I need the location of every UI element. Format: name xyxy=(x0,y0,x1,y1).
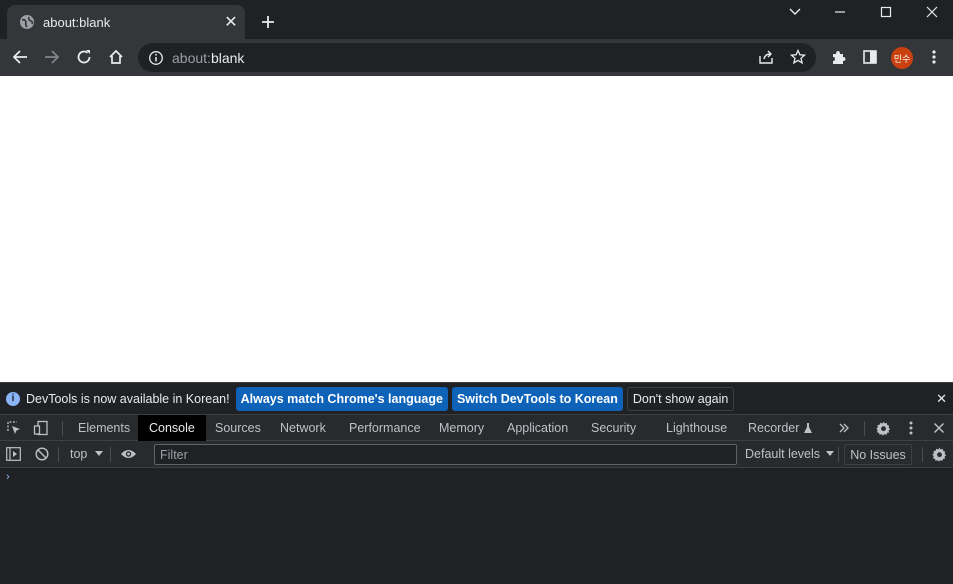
log-levels-dropdown[interactable]: Default levels xyxy=(745,441,835,467)
bookmark-star-icon[interactable] xyxy=(786,45,810,69)
dropdown-caret-icon xyxy=(95,451,104,456)
toolbar-divider xyxy=(110,447,111,462)
settings-gear-icon[interactable] xyxy=(876,415,891,441)
toolbar-divider xyxy=(922,447,923,462)
devtools-tab-bar: Elements Console Sources Network Perform… xyxy=(0,414,953,441)
tab-search-icon[interactable] xyxy=(772,0,818,24)
kebab-menu-icon[interactable] xyxy=(922,45,946,69)
context-selector[interactable]: top xyxy=(70,441,104,467)
tab-security[interactable]: Security xyxy=(591,415,636,441)
toolbar-divider xyxy=(62,421,63,436)
clear-console-icon[interactable] xyxy=(35,441,49,467)
language-infobar: i DevTools is now available in Korean! A… xyxy=(0,382,953,414)
live-expression-eye-icon[interactable] xyxy=(120,441,137,467)
dont-show-again-button[interactable]: Don't show again xyxy=(626,386,735,411)
forward-arrow-icon[interactable] xyxy=(40,45,64,69)
always-match-language-button[interactable]: Always match Chrome's language xyxy=(235,386,448,411)
console-output[interactable]: › xyxy=(0,468,953,584)
tab-lighthouse[interactable]: Lighthouse xyxy=(666,415,727,441)
close-window-icon[interactable] xyxy=(909,0,953,24)
context-selector-value: top xyxy=(70,447,88,461)
toolbar-divider xyxy=(864,421,865,436)
tab-memory[interactable]: Memory xyxy=(439,415,484,441)
reload-icon[interactable] xyxy=(72,45,96,69)
issues-counter-button[interactable]: No Issues xyxy=(844,444,912,465)
globe-icon xyxy=(19,14,35,30)
maximize-icon[interactable] xyxy=(863,0,909,24)
toolbar-divider xyxy=(838,447,839,462)
browser-toolbar: about:blank 민수 xyxy=(0,39,953,76)
tab-network[interactable]: Network xyxy=(280,415,326,441)
switch-to-korean-button[interactable]: Switch DevTools to Korean xyxy=(451,386,623,411)
close-infobar-icon[interactable]: ✕ xyxy=(936,391,947,407)
side-panel-icon[interactable] xyxy=(858,45,882,69)
close-devtools-icon[interactable] xyxy=(933,415,945,441)
tab-strip: about:blank ✕ xyxy=(0,0,953,39)
tab-recorder-label: Recorder xyxy=(748,421,800,435)
close-tab-icon[interactable]: ✕ xyxy=(221,12,241,32)
tab-performance[interactable]: Performance xyxy=(349,415,421,441)
site-info-icon[interactable] xyxy=(148,50,164,66)
info-icon: i xyxy=(6,391,20,406)
new-tab-icon[interactable] xyxy=(258,12,278,32)
console-settings-gear-icon[interactable] xyxy=(932,441,947,467)
home-icon[interactable] xyxy=(104,45,128,69)
show-sidebar-icon[interactable] xyxy=(6,441,21,467)
device-toolbar-icon[interactable] xyxy=(33,415,49,441)
tab-sources[interactable]: Sources xyxy=(215,415,261,441)
console-toolbar: top Default levels No Issues xyxy=(0,441,953,468)
more-tabs-chevron-icon[interactable] xyxy=(838,415,850,441)
toolbar-divider xyxy=(58,447,59,462)
tab-recorder[interactable]: Recorder xyxy=(748,415,813,441)
share-icon[interactable] xyxy=(754,45,778,69)
infobar-message: DevTools is now available in Korean! xyxy=(26,391,230,406)
console-prompt-chevron: › xyxy=(6,471,10,483)
browser-tab[interactable]: about:blank ✕ xyxy=(7,5,245,39)
devtools-panel: i DevTools is now available in Korean! A… xyxy=(0,382,953,584)
tab-title: about:blank xyxy=(43,14,111,30)
back-arrow-icon[interactable] xyxy=(8,45,32,69)
tab-elements[interactable]: Elements xyxy=(78,415,130,441)
url-text: about:blank xyxy=(172,50,245,66)
profile-avatar[interactable]: 민수 xyxy=(891,47,913,69)
address-bar[interactable]: about:blank xyxy=(138,43,816,72)
inspect-element-icon[interactable] xyxy=(6,415,22,441)
dropdown-caret-icon xyxy=(826,451,835,456)
minimize-icon[interactable] xyxy=(817,0,863,24)
page-viewport xyxy=(0,76,953,382)
tab-application[interactable]: Application xyxy=(507,415,568,441)
filter-field[interactable] xyxy=(155,445,736,464)
log-levels-value: Default levels xyxy=(745,447,821,461)
console-filter-input[interactable] xyxy=(154,444,737,465)
extensions-puzzle-icon[interactable] xyxy=(826,45,850,69)
experiment-flask-icon xyxy=(804,423,813,433)
tab-console[interactable]: Console xyxy=(138,415,206,441)
devtools-menu-icon[interactable] xyxy=(909,415,913,441)
